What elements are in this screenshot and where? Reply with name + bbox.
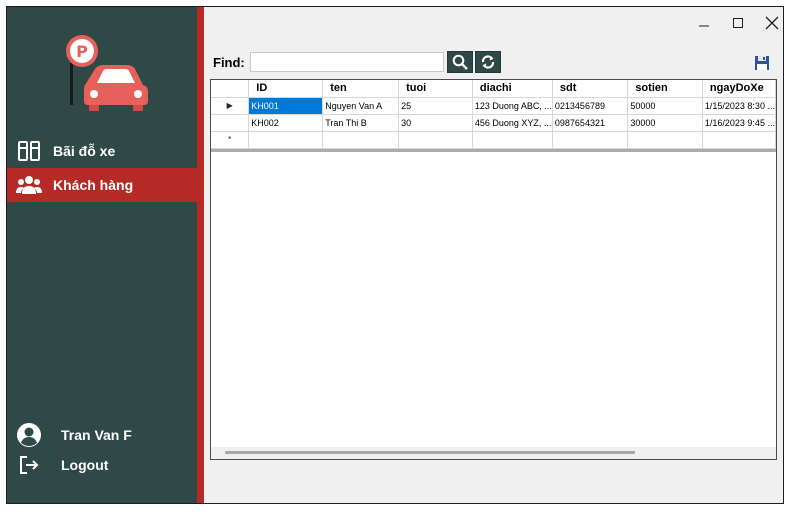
horizontal-scrollbar[interactable] — [211, 447, 776, 459]
row-header-current[interactable]: ▶ — [211, 97, 250, 115]
logout-button[interactable]: Logout — [7, 451, 197, 479]
parking-lot-icon — [15, 137, 43, 165]
user-name: Tran Van F — [61, 427, 132, 443]
save-icon — [755, 56, 769, 70]
column-header-ten[interactable]: ten — [322, 80, 400, 98]
table-cell[interactable] — [472, 131, 553, 149]
search-icon — [452, 54, 468, 70]
column-header-sotien[interactable]: sotien — [627, 80, 703, 98]
table-cell[interactable]: 30000 — [627, 114, 703, 132]
current-user: Tran Van F — [7, 421, 197, 449]
column-header-diachi[interactable]: diachi — [472, 80, 553, 98]
table-cell[interactable] — [702, 131, 776, 149]
table-cell[interactable]: 123 Duong ABC, ... — [472, 97, 553, 115]
find-label: Find: — [213, 55, 245, 70]
search-button[interactable] — [447, 51, 473, 73]
save-button[interactable] — [751, 53, 773, 73]
minimize-icon — [699, 25, 709, 27]
table-cell[interactable]: KH002 — [248, 114, 324, 132]
table-cell[interactable]: 30 — [398, 114, 473, 132]
app-root: P Bãi đỗ xe Khách hàng Tran Van F Logout… — [0, 0, 791, 515]
column-header-sdt[interactable]: sdt — [552, 80, 629, 98]
maximize-button[interactable] — [721, 11, 755, 35]
svg-text:P: P — [76, 42, 88, 61]
grid-empty-area — [211, 152, 776, 459]
logout-icon — [15, 451, 43, 479]
row-header-new[interactable]: * — [211, 131, 250, 149]
table-cell[interactable] — [552, 131, 629, 149]
row-header[interactable] — [211, 114, 250, 132]
sidebar-accent-edge — [197, 7, 204, 503]
close-button[interactable] — [755, 11, 783, 35]
column-header-ngaydoxe[interactable]: ngayDoXe — [702, 80, 776, 98]
table-cell[interactable]: Tran Thi B — [322, 114, 400, 132]
customers-icon — [15, 171, 43, 199]
customers-table: ID ten tuoi diachi sdt sotien ngayDoXe ▶… — [211, 80, 776, 149]
sidebar-item-label: Khách hàng — [53, 177, 134, 193]
refresh-icon — [481, 55, 495, 69]
minimize-button[interactable] — [687, 11, 721, 35]
table-row[interactable]: ▶ KH001 Nguyen Van A 25 123 Duong ABC, .… — [211, 97, 776, 115]
logout-label: Logout — [61, 457, 109, 473]
table-cell[interactable] — [398, 131, 473, 149]
table-cell[interactable]: 0213456789 — [552, 97, 629, 115]
table-cell[interactable] — [322, 131, 400, 149]
table-cell[interactable]: 1/16/2023 9:45 ... — [702, 114, 776, 132]
sidebar-item-parking[interactable]: Bãi đỗ xe — [7, 134, 197, 168]
find-input[interactable] — [250, 52, 444, 72]
close-icon — [765, 16, 779, 30]
customers-grid[interactable]: ID ten tuoi diachi sdt sotien ngayDoXe ▶… — [210, 79, 777, 460]
parking-logo-icon: P — [66, 35, 148, 111]
table-cell[interactable] — [627, 131, 703, 149]
table-cell-selected[interactable]: KH001 — [248, 97, 324, 115]
table-row[interactable]: KH002 Tran Thi B 30 456 Duong XYZ, ... 0… — [211, 114, 776, 132]
title-bar — [204, 7, 783, 39]
sidebar-item-label: Bãi đỗ xe — [53, 143, 116, 159]
table-cell[interactable]: 25 — [398, 97, 473, 115]
table-cell[interactable]: 1/15/2023 8:30 ... — [702, 97, 776, 115]
grid-header-row: ID ten tuoi diachi sdt sotien ngayDoXe — [211, 80, 776, 98]
sidebar-item-customers[interactable]: Khách hàng — [7, 168, 197, 202]
refresh-button[interactable] — [475, 51, 501, 73]
table-cell[interactable] — [248, 131, 324, 149]
user-avatar-icon — [15, 421, 43, 449]
main-window: P Bãi đỗ xe Khách hàng Tran Van F Logout… — [6, 6, 784, 504]
column-header-id[interactable]: ID — [248, 80, 324, 98]
grid-corner-cell[interactable] — [211, 80, 250, 98]
new-row[interactable]: * — [211, 131, 776, 149]
table-cell[interactable]: 0987654321 — [552, 114, 629, 132]
table-cell[interactable]: 456 Duong XYZ, ... — [472, 114, 553, 132]
column-header-tuoi[interactable]: tuoi — [398, 80, 473, 98]
table-cell[interactable]: 50000 — [627, 97, 703, 115]
maximize-icon — [733, 18, 743, 28]
scrollbar-thumb[interactable] — [225, 451, 635, 454]
table-cell[interactable]: Nguyen Van A — [322, 97, 400, 115]
sidebar: P Bãi đỗ xe Khách hàng Tran Van F Logout — [7, 7, 197, 503]
